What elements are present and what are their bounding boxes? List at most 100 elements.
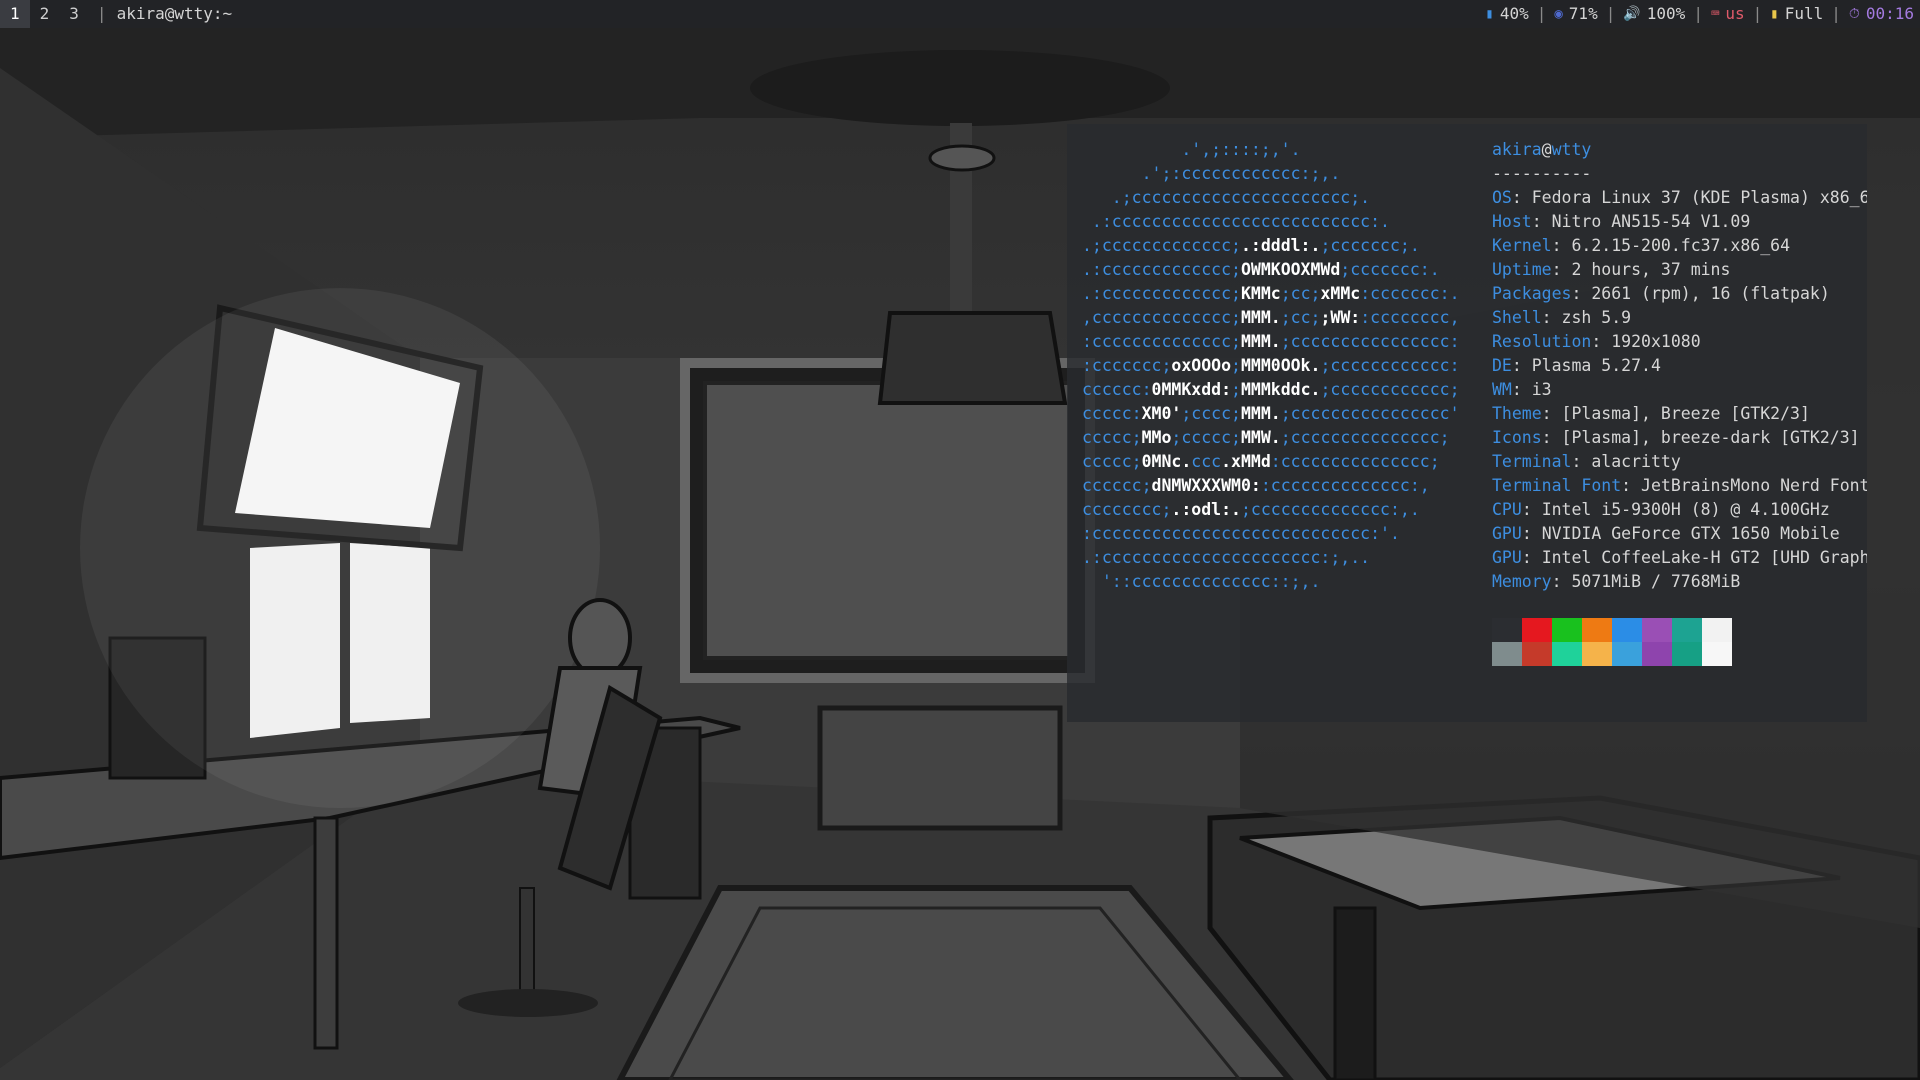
info-value: Intel CoffeeLake-H GT2 [UHD Graphics 630… xyxy=(1541,548,1867,567)
clock-time: 00:16 xyxy=(1865,4,1914,23)
clock: ⏱ 00:16 xyxy=(1849,0,1914,28)
ascii-segment: ;cc; xyxy=(1280,308,1321,327)
ascii-segment: :cccccccc, xyxy=(1360,308,1460,327)
separator-line: ---------- xyxy=(1492,164,1592,183)
bar-separator: | xyxy=(96,4,107,23)
ascii-segment: .:ccccccccccccc; xyxy=(1082,260,1241,279)
palette-swatch xyxy=(1612,642,1642,666)
volume-level: 100% xyxy=(1646,4,1686,23)
info-row: Resolution: 1920x1080 xyxy=(1492,332,1701,351)
ascii-segment: .;ccccccccccccc; xyxy=(1082,236,1241,255)
palette-swatch xyxy=(1492,618,1522,642)
info-value: Fedora Linux 37 (KDE Plasma) x86_64 xyxy=(1531,188,1867,207)
ascii-segment: .:dddl:. xyxy=(1240,236,1321,255)
info-value: i3 xyxy=(1531,380,1552,399)
palette-swatch xyxy=(1522,618,1552,642)
info-value: 2 hours, 37 mins xyxy=(1571,260,1731,279)
ascii-segment: MMM0OOk. xyxy=(1240,356,1321,375)
info-row: Terminal: alacritty xyxy=(1492,452,1681,471)
cpu-status: ◉ 71% xyxy=(1554,0,1597,28)
disk-usage: 40% xyxy=(1499,4,1529,23)
info-value: [Plasma], Breeze [GTK2/3] xyxy=(1561,404,1810,423)
info-row: GPU: NVIDIA GeForce GTX 1650 Mobile xyxy=(1492,524,1840,543)
terminal-window[interactable]: .',;::::;,'. .';:cccccccccccc:;,. .;cccc… xyxy=(1067,124,1867,722)
workspace-2[interactable]: 2 xyxy=(30,0,60,28)
palette-swatch xyxy=(1552,642,1582,666)
ascii-segment: xMMc xyxy=(1320,284,1361,303)
palette-swatch xyxy=(1582,618,1612,642)
ascii-segment: ,cccccccccccccc; xyxy=(1082,308,1241,327)
ascii-segment: :cccccccccccccc; xyxy=(1082,332,1241,351)
battery-icon: ▮ xyxy=(1770,6,1779,22)
ascii-segment: MMM. xyxy=(1240,308,1281,327)
ascii-segment: MMM. xyxy=(1240,404,1281,423)
info-row: OS: Fedora Linux 37 (KDE Plasma) x86_64 xyxy=(1492,186,1867,210)
info-key: Shell xyxy=(1492,308,1542,327)
ascii-segment: XM0' xyxy=(1141,404,1182,423)
info-key: Uptime xyxy=(1492,260,1552,279)
ascii-segment: .xMMd xyxy=(1221,452,1271,471)
ascii-segment: ;cc; xyxy=(1280,284,1321,303)
ascii-segment: :ccccccc; xyxy=(1082,356,1172,375)
palette-swatch xyxy=(1552,618,1582,642)
palette-swatch xyxy=(1582,642,1612,666)
ascii-segment: .',;::::;,'. xyxy=(1082,140,1301,159)
info-row: Theme: [Plasma], Breeze [GTK2/3] xyxy=(1492,404,1810,423)
ascii-segment: ;ccccccc;. xyxy=(1320,236,1420,255)
info-row: Host: Nitro AN515-54 V1.09 xyxy=(1492,212,1751,231)
info-row: Packages: 2661 (rpm), 16 (flatpak) xyxy=(1492,284,1830,303)
palette-swatch xyxy=(1702,618,1732,642)
info-key: GPU xyxy=(1492,548,1522,567)
battery-status: ▮ Full xyxy=(1770,0,1823,28)
info-row: CPU: Intel i5-9300H (8) @ 4.100GHz xyxy=(1492,500,1830,519)
info-key: Icons xyxy=(1492,428,1542,447)
info-row: Memory: 5071MiB / 7768MiB xyxy=(1492,572,1741,591)
ascii-segment: KMMc xyxy=(1240,284,1281,303)
palette-swatch xyxy=(1702,642,1732,666)
info-key: OS xyxy=(1492,188,1512,207)
ascii-segment: .:ccccccccccccc; xyxy=(1082,284,1241,303)
info-rows: OS: Fedora Linux 37 (KDE Plasma) x86_64 H… xyxy=(1492,186,1867,594)
ascii-segment: ;cccc; xyxy=(1181,404,1241,423)
workspace-1[interactable]: 1 xyxy=(0,0,30,28)
info-value: 5071MiB / 7768MiB xyxy=(1571,572,1741,591)
palette-swatch xyxy=(1672,618,1702,642)
ascii-segment: cccccccc; xyxy=(1082,500,1172,519)
ascii-segment: :cccccccccccccc:, xyxy=(1260,476,1430,495)
volume-status[interactable]: 🔊 100% xyxy=(1623,0,1685,28)
ascii-segment: ;cccccccccccccc:,. xyxy=(1240,500,1420,519)
clock-icon: ⏱ xyxy=(1848,6,1860,22)
info-row: GPU: Intel CoffeeLake-H GT2 [UHD Graphic… xyxy=(1492,546,1867,570)
battery-level: Full xyxy=(1784,4,1824,23)
window-title: akira@wtty:~ xyxy=(116,4,233,23)
workspace-3[interactable]: 3 xyxy=(59,0,89,28)
info-value: 1920x1080 xyxy=(1611,332,1701,351)
ascii-segment: ;cccccccccccccccc' xyxy=(1280,404,1460,423)
info-row: Shell: zsh 5.9 xyxy=(1492,308,1632,327)
ascii-segment: ccc xyxy=(1191,452,1222,471)
ascii-segment: ;ccccc; xyxy=(1171,428,1241,447)
info-key: Terminal xyxy=(1492,452,1572,471)
info-value: Plasma 5.27.4 xyxy=(1531,356,1661,375)
info-key: Kernel xyxy=(1492,236,1552,255)
info-key: Packages xyxy=(1492,284,1572,303)
cpu-icon: ◉ xyxy=(1554,6,1563,22)
keyboard-layout: us xyxy=(1725,4,1745,23)
user-host-line: akira@wtty xyxy=(1492,138,1867,162)
cpu-usage: 71% xyxy=(1568,4,1598,23)
ascii-segment: ccccc: xyxy=(1082,404,1142,423)
info-key: Theme xyxy=(1492,404,1542,423)
palette-swatch xyxy=(1672,642,1702,666)
neofetch-info: akira@wtty ---------- OS: Fedora Linux 3… xyxy=(1492,138,1867,594)
info-key: Resolution xyxy=(1492,332,1592,351)
ascii-segment: .:cccccccccccccccccccccc:;,.. xyxy=(1082,548,1371,567)
color-palette xyxy=(1492,618,1732,666)
info-value: Nitro AN515-54 V1.09 xyxy=(1551,212,1751,231)
disk-status: ▮ 40% xyxy=(1485,0,1528,28)
info-value: JetBrainsMono Nerd Font xyxy=(1641,476,1867,495)
speaker-icon: 🔊 xyxy=(1623,6,1641,22)
ascii-segment: OWMKOOXMWd xyxy=(1240,260,1341,279)
hostname: wtty xyxy=(1551,140,1592,159)
ascii-segment: .';:cccccccccccc:;,. xyxy=(1082,164,1341,183)
ascii-segment: ;cccccccccccccccc: xyxy=(1280,332,1460,351)
